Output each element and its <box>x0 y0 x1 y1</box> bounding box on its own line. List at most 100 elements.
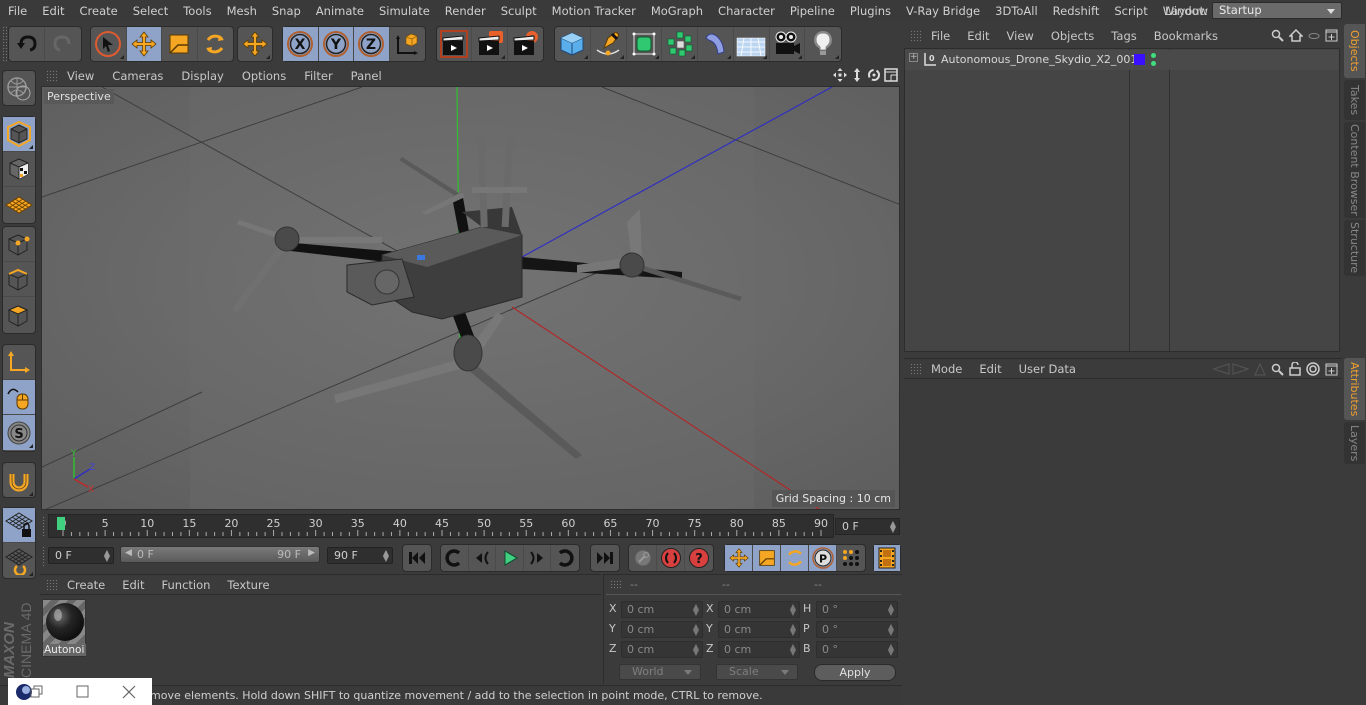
size-x-field[interactable]: 0 cm ▲ ▼ <box>718 601 800 618</box>
light-button[interactable] <box>805 27 841 61</box>
x-axis-toggle[interactable]: X <box>283 27 319 61</box>
redo-button[interactable] <box>45 27 81 61</box>
end-frame-field[interactable]: 90 F ▲ ▼ <box>327 547 393 564</box>
pan-view-icon[interactable] <box>833 68 847 82</box>
pen-spline-button[interactable] <box>591 27 627 61</box>
viewport-menu-filter[interactable]: Filter <box>295 69 341 83</box>
material-menu-function[interactable]: Function <box>153 578 219 592</box>
size-y-field[interactable]: 0 cm ▲ ▼ <box>718 621 800 638</box>
3d-viewport[interactable]: Perspective Y Z X Grid Spacing : 10 cm <box>41 86 900 510</box>
size-mode-dropdown[interactable]: Scale <box>716 664 798 680</box>
start-frame-field[interactable]: 0 F ▲ ▼ <box>48 547 114 564</box>
render-picture-viewer-button[interactable] <box>472 27 508 61</box>
make-editable-button[interactable] <box>3 71 35 106</box>
z-axis-toggle[interactable]: Z <box>354 27 390 61</box>
previous-key-button[interactable] <box>441 545 469 571</box>
pos-z-field[interactable]: 0 cm ▲ ▼ <box>621 641 703 658</box>
menu-simulate[interactable]: Simulate <box>371 4 437 18</box>
range-right-arrow-icon[interactable]: ▶ <box>308 548 315 558</box>
material-panel-grip[interactable] <box>46 578 58 591</box>
workplane-mode-button[interactable] <box>3 187 35 222</box>
attribute-menu-edit[interactable]: Edit <box>970 362 1009 376</box>
layout-dropdown[interactable]: Startup <box>1211 2 1342 19</box>
tab-content-browser[interactable]: Content Browser <box>1344 122 1365 218</box>
viewport-menu-panel[interactable]: Panel <box>342 69 391 83</box>
menu-mograph[interactable]: MoGraph <box>643 4 710 18</box>
attribute-panel-grip[interactable] <box>910 362 922 375</box>
viewport-menu-view[interactable]: View <box>58 69 103 83</box>
menu-mesh[interactable]: Mesh <box>219 4 264 18</box>
close-icon[interactable] <box>122 685 136 699</box>
floor-button[interactable] <box>734 27 770 61</box>
rot-h-field[interactable]: 0 ° ▲ ▼ <box>816 601 898 618</box>
menu-motion-tracker[interactable]: Motion Tracker <box>544 4 643 18</box>
target-icon[interactable] <box>1306 362 1320 376</box>
viewport-menu-cameras[interactable]: Cameras <box>103 69 172 83</box>
menu-script[interactable]: Script <box>1106 4 1154 18</box>
home-icon[interactable] <box>1289 29 1303 42</box>
playhead[interactable] <box>57 517 65 530</box>
search-icon[interactable] <box>1271 29 1284 42</box>
menu-sculpt[interactable]: Sculpt <box>493 4 544 18</box>
menu-select[interactable]: Select <box>125 4 175 18</box>
coord-panel-grip[interactable] <box>610 580 622 590</box>
cloner-button[interactable] <box>662 27 698 61</box>
spinner-icon[interactable]: ▲ ▼ <box>888 643 894 657</box>
spinner-icon[interactable]: ▲ ▼ <box>104 549 110 563</box>
coordinate-system-button[interactable] <box>390 27 425 61</box>
object-panel-grip[interactable] <box>910 30 922 42</box>
record-active-objects-button[interactable] <box>629 545 657 571</box>
coordinate-mode-dropdown[interactable]: World <box>619 664 701 680</box>
spinner-icon[interactable]: ▲ ▼ <box>693 643 699 657</box>
render-visibility-dot[interactable] <box>1151 61 1156 66</box>
toolbar-grip[interactable] <box>2 26 7 62</box>
menu-tools[interactable]: Tools <box>175 4 218 18</box>
keyframe-selection-button[interactable]: ? <box>685 545 713 571</box>
model-mode-button[interactable] <box>3 117 35 152</box>
menu-3dtoall[interactable]: 3DToAll <box>987 4 1045 18</box>
spinner-icon[interactable]: ▲ ▼ <box>888 623 894 637</box>
object-menu-bookmarks[interactable]: Bookmarks <box>1145 29 1226 43</box>
tab-takes[interactable]: Takes <box>1344 80 1365 120</box>
scale-tool-button[interactable] <box>162 27 198 61</box>
rot-b-field[interactable]: 0 ° ▲ ▼ <box>816 641 898 658</box>
points-mode-button[interactable] <box>3 227 35 262</box>
toggle-view-layout-icon[interactable] <box>884 68 898 82</box>
workplane-align-button[interactable] <box>3 543 35 578</box>
bend-deformer-button[interactable] <box>698 27 734 61</box>
timeline-window-button[interactable] <box>874 545 900 571</box>
maximize-icon[interactable] <box>76 685 90 699</box>
position-track-button[interactable] <box>725 545 753 571</box>
spinner-icon[interactable]: ▲ ▼ <box>790 603 796 617</box>
expand-icon[interactable]: + <box>909 53 918 62</box>
object-name[interactable]: Autonomous_Drone_Skydio_X2_001 <box>941 53 1137 66</box>
material-swatch[interactable]: Autonoi <box>42 599 86 657</box>
object-menu-edit[interactable]: Edit <box>958 29 997 43</box>
attribute-menu-mode[interactable]: Mode <box>922 362 970 376</box>
frame-range-slider[interactable]: ◀ 0 F 90 F ▶ <box>120 546 320 563</box>
attribute-menu-user-data[interactable]: User Data <box>1010 362 1084 376</box>
tab-objects[interactable]: Objects <box>1344 24 1365 78</box>
menu-edit[interactable]: Edit <box>34 4 71 18</box>
rotate-tool-button[interactable] <box>198 27 233 61</box>
search-icon[interactable] <box>1271 363 1284 376</box>
recent-tool-button[interactable] <box>238 27 272 61</box>
oval-icon[interactable] <box>1308 32 1320 40</box>
spinner-icon[interactable]: ▲ ▼ <box>693 623 699 637</box>
next-frame-button[interactable] <box>524 545 552 571</box>
camera-label[interactable]: Perspective <box>44 89 114 104</box>
tab-attributes[interactable]: Attributes <box>1344 358 1365 420</box>
restore-icon[interactable] <box>30 685 44 699</box>
apply-button[interactable]: Apply <box>814 664 896 681</box>
object-menu-view[interactable]: View <box>998 29 1042 43</box>
menu-character[interactable]: Character <box>710 4 782 18</box>
zoom-view-icon[interactable] <box>850 68 864 82</box>
range-left-arrow-icon[interactable]: ◀ <box>125 548 132 558</box>
tweak-mode-button[interactable] <box>3 380 35 415</box>
object-row[interactable]: + 0 Autonomous_Drone_Skydio_X2_001 <box>905 50 1339 70</box>
solo-mode-button[interactable]: S <box>3 415 35 450</box>
spinner-icon[interactable]: ▲ ▼ <box>888 603 894 617</box>
rotation-track-button[interactable] <box>781 545 809 571</box>
tab-structure[interactable]: Structure <box>1344 220 1365 276</box>
size-z-field[interactable]: 0 cm ▲ ▼ <box>718 641 800 658</box>
